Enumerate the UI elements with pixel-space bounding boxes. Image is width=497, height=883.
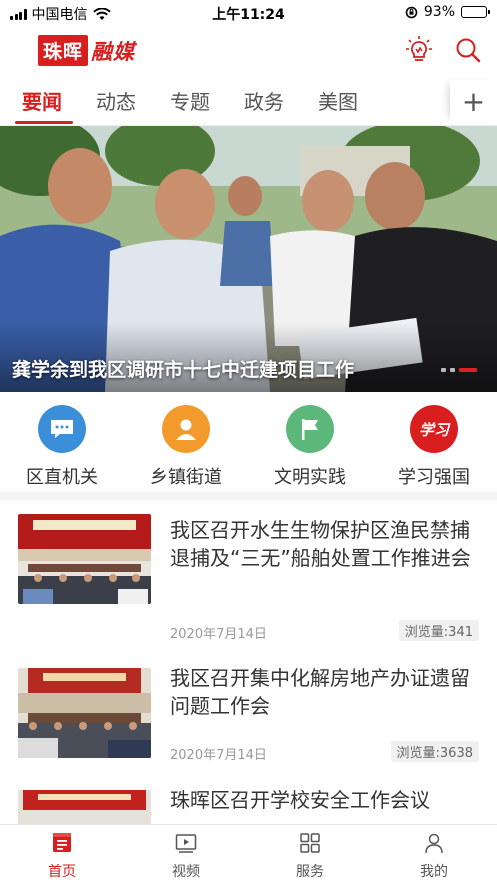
bottom-nav: 首页 视频 服务 我的 [0, 824, 497, 883]
nav-mine[interactable]: 我的 [394, 831, 474, 881]
tab-zhengwu[interactable]: 政务 [244, 86, 284, 115]
flag-icon [286, 405, 334, 453]
tab-dongtai[interactable]: 动态 [96, 86, 136, 115]
xuexi-logo-icon: 学习 [410, 405, 458, 453]
quick-link-quzhi[interactable]: 区直机关 [7, 405, 117, 489]
nav-service[interactable]: 服务 [270, 831, 350, 881]
search-icon[interactable] [452, 34, 484, 66]
status-right: 93% [405, 4, 490, 20]
carousel-dot [441, 368, 446, 372]
news-title: 我区召开水生生物保护区渔民禁捕退捕及“三无”船舶处置工作推进会 [170, 518, 471, 570]
add-channel-button[interactable]: + [450, 80, 497, 122]
quick-link-label: 区直机关 [26, 467, 98, 488]
quick-link-xuexi[interactable]: 学习 学习强国 [379, 405, 489, 489]
nav-home[interactable]: 首页 [22, 831, 102, 881]
nav-label: 首页 [48, 864, 76, 880]
grid-icon [270, 831, 350, 855]
video-icon [146, 831, 226, 855]
quick-link-wenming[interactable]: 文明实践 [255, 405, 365, 489]
news-item[interactable]: 我区召开水生生物保护区渔民禁捕退捕及“三无”船舶处置工作推进会 2020年7月1… [0, 514, 497, 654]
nav-video[interactable]: 视频 [146, 831, 226, 881]
active-tab-indicator [15, 121, 73, 124]
orientation-lock-icon [405, 6, 418, 18]
user-icon [394, 831, 474, 855]
channel-tabs: 要闻 动态 专题 政务 美图 + [0, 76, 497, 126]
lightbulb-icon[interactable] [403, 34, 435, 66]
news-date: 2020年7月14日 [170, 748, 267, 763]
home-icon [22, 831, 102, 855]
battery-icon [461, 6, 490, 18]
app-logo: 珠晖 融媒 [38, 35, 135, 66]
chat-bubble-icon [38, 405, 86, 453]
quick-link-label: 文明实践 [274, 467, 346, 488]
logo-script: 融媒 [91, 38, 136, 64]
quick-link-label: 乡镇街道 [150, 467, 222, 488]
nav-label: 服务 [296, 864, 324, 880]
tab-meitu[interactable]: 美图 [318, 86, 358, 115]
quick-link-xiangzhen[interactable]: 乡镇街道 [131, 405, 241, 489]
carousel-dot [450, 368, 455, 372]
app-header: 珠晖 融媒 [0, 26, 497, 76]
tab-zhuanti[interactable]: 专题 [170, 86, 210, 115]
news-thumbnail [18, 668, 151, 758]
banner-caption: 龚学余到我区调研市十七中迁建项目工作 [12, 359, 355, 381]
status-bar: 中国电信 上午11:24 93% [0, 0, 497, 26]
logo-seal: 珠晖 [38, 35, 89, 66]
quick-link-label: 学习强国 [398, 467, 470, 488]
news-item[interactable]: 我区召开集中化解房地产办证遗留问题工作会 2020年7月14日 浏览量:3638 [0, 664, 497, 774]
tab-yaowen[interactable]: 要闻 [22, 86, 62, 115]
view-count: 浏览量:341 [398, 620, 479, 641]
hero-banner[interactable]: 龚学余到我区调研市十七中迁建项目工作 [0, 126, 497, 392]
news-item[interactable]: 珠晖区召开学校安全工作会议 [0, 786, 497, 826]
person-icon [162, 405, 210, 453]
news-title: 珠晖区召开学校安全工作会议 [170, 788, 430, 812]
nav-label: 我的 [420, 864, 448, 880]
carousel-indicator [441, 368, 477, 372]
view-count: 浏览量:3638 [390, 741, 479, 762]
xuexi-logo-text: 学习 [418, 420, 449, 439]
quick-links: 区直机关 乡镇街道 文明实践 学习 学习强国 [0, 392, 497, 500]
news-thumbnail [18, 514, 151, 604]
news-title: 我区召开集中化解房地产办证遗留问题工作会 [170, 666, 470, 718]
news-thumbnail [18, 790, 151, 826]
battery-percent: 93% [423, 4, 455, 20]
carousel-dot [459, 368, 477, 372]
news-date: 2020年7月14日 [170, 627, 267, 642]
nav-label: 视频 [172, 864, 200, 880]
